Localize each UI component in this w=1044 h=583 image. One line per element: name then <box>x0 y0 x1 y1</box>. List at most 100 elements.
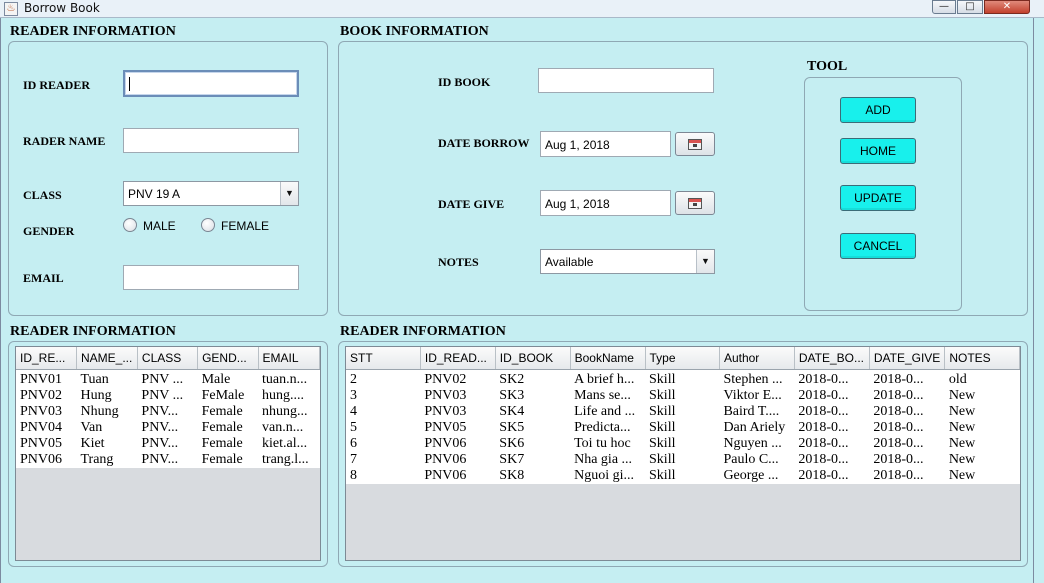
table-cell: Predicta... <box>570 419 646 436</box>
table-cell: New <box>944 451 1020 468</box>
table-cell: van.n... <box>258 419 320 436</box>
table-cell: 2018-0... <box>794 403 870 420</box>
column-header[interactable]: Type <box>645 347 720 370</box>
reader-row[interactable]: PNV04 Van PNV... Female van.n... <box>16 419 320 436</box>
cancel-button[interactable]: CANCEL <box>840 233 916 259</box>
table-cell: SK8 <box>495 467 571 484</box>
table-cell: New <box>944 403 1020 420</box>
table-cell: PNV ... <box>137 387 198 404</box>
table-cell: Skill <box>645 369 720 388</box>
table-cell: SK6 <box>495 435 571 452</box>
table-cell: 2018-0... <box>869 451 945 468</box>
column-header[interactable]: BookName <box>570 347 646 370</box>
table-cell: SK2 <box>495 369 571 388</box>
id-reader-input[interactable] <box>123 70 299 97</box>
table-cell: Female <box>197 403 259 420</box>
column-header[interactable]: ID_BOOK <box>495 347 571 370</box>
readers-table[interactable]: ID_RE... NAME_... CLASS GEND... EMAIL PNV01 T… <box>15 346 321 561</box>
table-cell: 2 <box>346 369 421 388</box>
column-header[interactable]: NOTES <box>944 347 1020 370</box>
table-cell: 2018-0... <box>869 369 945 388</box>
table-cell: hung.... <box>258 387 320 404</box>
title-bar: ♨ Borrow Book — □ ✕ <box>0 0 1044 18</box>
id-reader-label: ID READER <box>23 78 91 92</box>
column-header[interactable]: GEND... <box>197 347 259 370</box>
borrow-row[interactable]: 7 PNV06 SK7 Nha gia ... Skill Paulo C... 2018-… <box>346 451 1020 468</box>
close-button[interactable]: ✕ <box>984 0 1030 14</box>
reader-name-label: RADER NAME <box>23 134 106 148</box>
table-cell: New <box>944 419 1020 436</box>
borrow-row[interactable]: 3 PNV03 SK3 Mans se... Skill Viktor E... 2018-… <box>346 387 1020 404</box>
borrow-row[interactable]: 8 PNV06 SK8 Nguoi gi... Skill George ... 2018-… <box>346 467 1020 484</box>
notes-select[interactable]: Available ▼ <box>540 249 715 274</box>
gender-female-radio[interactable] <box>201 218 215 232</box>
notes-selected-value: Available <box>545 255 594 269</box>
notes-label: NOTES <box>438 255 479 269</box>
gender-female-label[interactable]: FEMALE <box>221 219 269 233</box>
table-cell: 2018-0... <box>869 403 945 420</box>
calendar-icon <box>688 198 702 209</box>
table-cell: Nguoi gi... <box>570 467 646 484</box>
table-cell: Toi tu hoc <box>570 435 646 452</box>
column-header[interactable]: NAME_... <box>76 347 138 370</box>
column-header[interactable]: STT <box>346 347 421 370</box>
home-button[interactable]: HOME <box>840 138 916 164</box>
table-cell: SK3 <box>495 387 571 404</box>
id-book-input[interactable] <box>538 68 714 93</box>
table-cell: 3 <box>346 387 421 404</box>
column-header[interactable]: DATE_GIVE <box>869 347 946 370</box>
maximize-button[interactable]: □ <box>957 0 983 14</box>
borrow-row[interactable]: 5 PNV05 SK5 Predicta... Skill Dan Ariely 2018-… <box>346 419 1020 436</box>
borrow-row[interactable]: 6 PNV06 SK6 Toi tu hoc Skill Nguyen ... 2018-0… <box>346 435 1020 452</box>
borrow-table[interactable]: STT ID_READ... ID_BOOK BookName Type Author DA… <box>345 346 1021 561</box>
table-cell: 2018-0... <box>869 387 945 404</box>
column-header[interactable]: ID_READ... <box>420 347 496 370</box>
minimize-button[interactable]: — <box>932 0 956 14</box>
column-header[interactable]: DATE_BO... <box>794 347 870 370</box>
chevron-down-icon[interactable]: ▼ <box>696 250 714 273</box>
table-cell: Tuan <box>76 369 138 388</box>
reader-row[interactable]: PNV03 Nhung PNV... Female nhung... <box>16 403 320 420</box>
reader-row[interactable]: PNV02 Hung PNV ... FeMale hung.... <box>16 387 320 404</box>
reader-row[interactable]: PNV05 Kiet PNV... Female kiet.al... <box>16 435 320 452</box>
gender-male-radio[interactable] <box>123 218 137 232</box>
chevron-down-icon[interactable]: ▼ <box>280 182 298 205</box>
column-header[interactable]: CLASS <box>137 347 199 370</box>
borrow-grid: STT ID_READ... ID_BOOK BookName Type Author DA… <box>346 347 1020 484</box>
table-cell: Van <box>76 419 138 436</box>
table-cell: George ... <box>719 467 795 484</box>
column-header[interactable]: Author <box>719 347 795 370</box>
tool-title: TOOL <box>807 59 848 74</box>
date-borrow-field[interactable]: Aug 1, 2018 <box>540 131 671 157</box>
table-cell: 2018-0... <box>869 419 945 436</box>
borrow-row[interactable]: 4 PNV03 SK4 Life and ... Skill Baird T.... 201… <box>346 403 1020 420</box>
table-cell: PNV... <box>137 435 198 452</box>
date-give-calendar-button[interactable] <box>675 191 715 215</box>
date-borrow-value: Aug 1, 2018 <box>545 138 610 152</box>
table-cell: SK7 <box>495 451 571 468</box>
table-cell: 4 <box>346 403 421 420</box>
table-cell: PNV06 <box>420 451 496 468</box>
table-cell: kiet.al... <box>258 435 320 452</box>
class-select[interactable]: PNV 19 A ▼ <box>123 181 299 206</box>
reader-name-input[interactable] <box>123 128 299 153</box>
table-cell: New <box>944 467 1020 484</box>
update-button[interactable]: UPDATE <box>840 185 916 211</box>
email-input[interactable] <box>123 265 299 290</box>
table-header-row: STT ID_READ... ID_BOOK BookName Type Author DA… <box>346 347 1020 370</box>
table-cell: Female <box>197 435 259 452</box>
table-cell: Nhung <box>76 403 138 420</box>
table-cell: nhung... <box>258 403 320 420</box>
table-cell: New <box>944 387 1020 404</box>
text-caret <box>129 76 130 91</box>
borrow-row[interactable]: 2 PNV02 SK2 A brief h... Skill Stephen ... 201… <box>346 369 1020 388</box>
date-give-field[interactable]: Aug 1, 2018 <box>540 190 671 216</box>
column-header[interactable]: ID_RE... <box>16 347 77 370</box>
reader-row[interactable]: PNV06 Trang PNV... Female trang.l... <box>16 451 320 468</box>
column-header[interactable]: EMAIL <box>258 347 320 370</box>
date-borrow-calendar-button[interactable] <box>675 132 715 156</box>
reader-row[interactable]: PNV01 Tuan PNV ... Male tuan.n... <box>16 369 320 388</box>
readers-grid: ID_RE... NAME_... CLASS GEND... EMAIL PNV01 T… <box>16 347 320 468</box>
add-button[interactable]: ADD <box>840 97 916 123</box>
gender-male-label[interactable]: MALE <box>143 219 176 233</box>
